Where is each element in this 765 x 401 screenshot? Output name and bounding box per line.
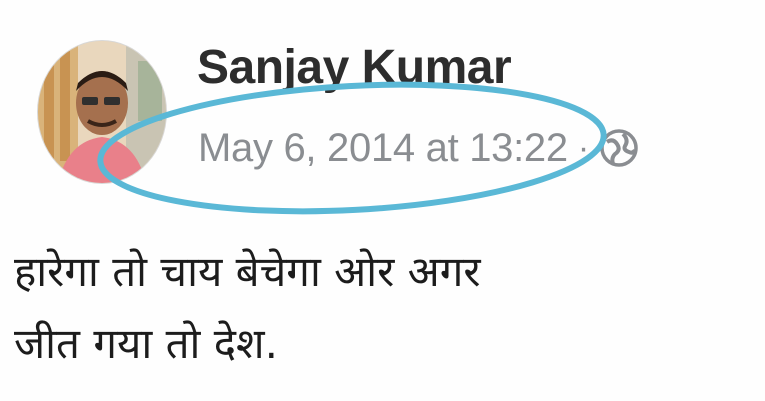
post-timestamp[interactable]: May 6, 2014 at 13:22 — [198, 126, 568, 171]
post-meta: May 6, 2014 at 13:22 · — [198, 122, 639, 174]
profile-photo-icon — [38, 41, 166, 183]
avatar[interactable] — [37, 40, 167, 184]
facebook-post: Sanjay Kumar May 6, 2014 at 13:22 · हारे… — [0, 0, 765, 401]
globe-icon[interactable] — [599, 128, 639, 168]
meta-separator: · — [577, 128, 590, 167]
author-name[interactable]: Sanjay Kumar — [197, 40, 512, 96]
post-text-line: हारेगा तो चाय बेचेगा ओर अगर — [14, 247, 481, 296]
post-body: हारेगा तो चाय बेचेगा ओर अगर जीत गया तो द… — [14, 236, 754, 380]
post-text-line: जीत गया तो देश. — [14, 319, 278, 368]
